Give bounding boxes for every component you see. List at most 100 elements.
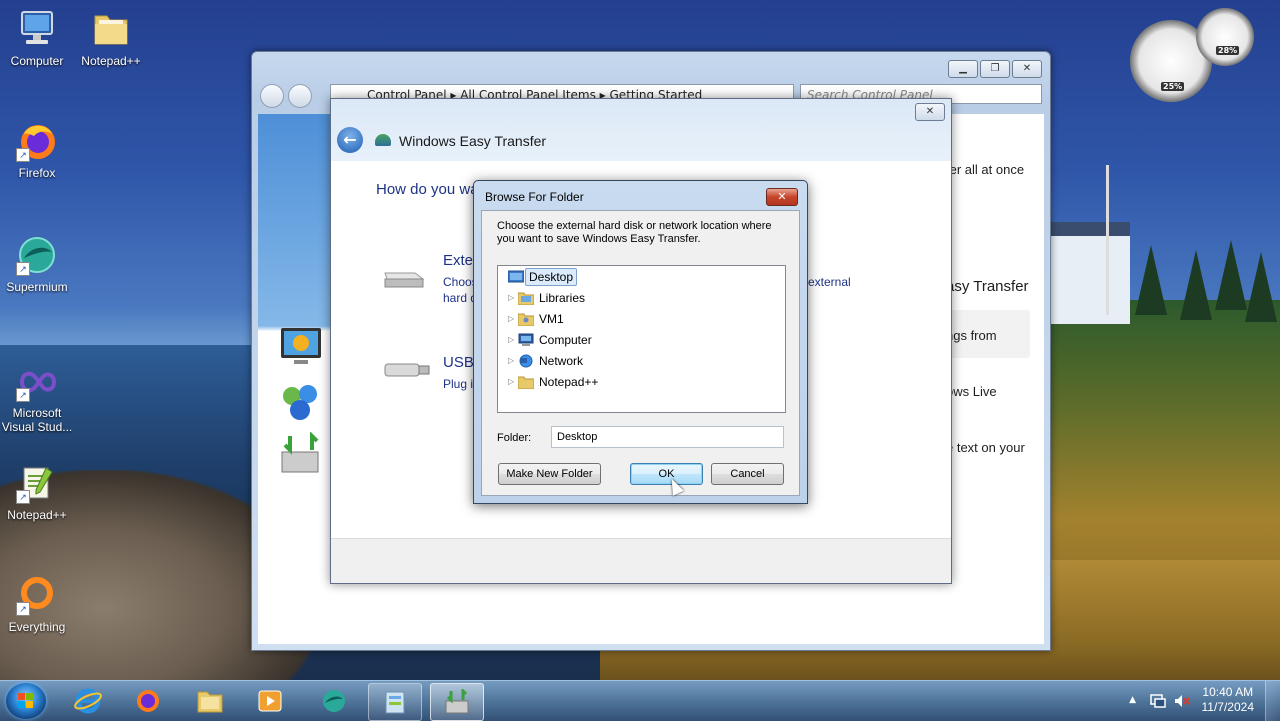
start-button[interactable] (6, 683, 46, 719)
system-clock[interactable]: 10:40 AM 11/7/2024 (1202, 685, 1255, 715)
computer-icon (518, 333, 534, 347)
taskbar-easy-transfer[interactable] (430, 683, 484, 721)
supermium-icon: ↗ (16, 234, 58, 276)
show-desktop-button[interactable] (1265, 681, 1280, 721)
firefox-icon (134, 688, 162, 714)
back-arrow-icon[interactable]: ← (337, 127, 363, 153)
windows-logo-icon (278, 324, 324, 370)
desktop-icon (507, 270, 525, 284)
desktop-icon-computer[interactable]: Computer (0, 8, 74, 68)
wallpaper-tree (1215, 240, 1247, 310)
memory-value: 28% (1216, 46, 1240, 55)
desktop-icon-label: Firefox (18, 166, 56, 180)
right-text-snippet: ter all at once (946, 162, 1025, 177)
taskbar-file-explorer[interactable] (184, 683, 236, 719)
shortcut-arrow-icon: ↗ (16, 262, 30, 276)
usb-drive-icon (381, 356, 433, 386)
transfer-footer (331, 538, 951, 583)
volume-muted-icon[interactable] (1174, 693, 1190, 709)
window-title: Windows Easy Transfer (399, 133, 547, 149)
taskbar-supermium[interactable] (308, 683, 360, 719)
maximize-button[interactable]: ❐ (980, 60, 1010, 78)
folder-icon (90, 8, 132, 50)
libraries-icon (517, 291, 535, 306)
taskbar-control-panel[interactable] (368, 683, 422, 721)
windows-live-icon (278, 382, 324, 424)
make-new-folder-button[interactable]: Make New Folder (498, 463, 601, 485)
shortcut-arrow-icon: ↗ (16, 388, 30, 402)
folder-field[interactable]: Desktop (551, 426, 784, 448)
desktop-icon-label: Supermium (6, 280, 68, 294)
desktop-icon-label: Microsoft Visual Stud... (1, 406, 73, 434)
everything-icon: ↗ (16, 574, 58, 616)
cancel-button[interactable]: Cancel (711, 463, 784, 485)
option-external-desc: hard d (443, 291, 478, 305)
cpu-meter-gadget[interactable]: 25% 28% (1130, 8, 1260, 103)
tree-item-label: Libraries (539, 291, 586, 305)
option-usb-desc: Plug i (443, 377, 474, 391)
expand-arrow-icon[interactable]: ▷ (508, 336, 516, 344)
desktop-icon-notepadpp-folder[interactable]: Notepad++ (74, 8, 148, 68)
dialog-body: Choose the external hard disk or network… (481, 210, 800, 496)
user-folder-icon (517, 312, 535, 327)
tree-item-label: Notepad++ (539, 375, 599, 389)
getting-started-banner (258, 114, 330, 644)
minimize-button[interactable]: ▁ (948, 60, 978, 78)
taskbar-firefox[interactable] (122, 683, 174, 719)
firefox-icon: ↗ (16, 120, 58, 162)
tree-item-label: Network (539, 354, 584, 368)
option-external-desc: external (808, 275, 851, 289)
desktop-icon-notepadpp[interactable]: ↗ Notepad++ (0, 462, 74, 522)
desktop-icon-supermium[interactable]: ↗ Supermium (0, 234, 74, 294)
folder-icon (196, 688, 224, 714)
tree-item-label: Desktop (525, 268, 578, 286)
folder-label: Folder: (497, 432, 532, 444)
desktop-icon-everything[interactable]: ↗ Everything (0, 574, 74, 634)
forward-arrow-icon[interactable] (288, 84, 312, 108)
network-icon (518, 354, 534, 368)
easy-transfer-icon (278, 431, 324, 478)
action-center-icon[interactable] (1150, 693, 1166, 709)
media-player-icon (256, 688, 284, 714)
browse-for-folder-dialog[interactable]: Browse For Folder ✕ Choose the external … (473, 180, 808, 504)
tree-item-label: VM1 (539, 312, 564, 326)
expand-arrow-icon[interactable]: ▷ (508, 315, 516, 323)
shortcut-arrow-icon: ↗ (16, 602, 30, 616)
close-button[interactable]: ✕ (915, 103, 945, 121)
easy-transfer-icon (443, 687, 471, 715)
computer-icon (16, 8, 58, 50)
back-arrow-icon[interactable] (260, 84, 284, 108)
desktop-icon-label: Notepad++ (7, 508, 67, 522)
right-text-snippet: ows Live (946, 384, 997, 399)
desktop-icon-visual-studio[interactable]: ↗ Microsoft Visual Stud... (0, 360, 74, 434)
internet-explorer-icon (74, 688, 102, 714)
option-usb-title[interactable]: USB (443, 354, 474, 371)
dialog-title: Browse For Folder (485, 190, 584, 204)
expand-arrow-icon[interactable]: ▷ (508, 294, 516, 302)
notepadpp-icon: ↗ (16, 462, 58, 504)
expand-arrow-icon[interactable]: ▷ (508, 378, 516, 386)
wallpaper-tree (1180, 250, 1212, 320)
window-controls: ▁ ❐ ✕ (948, 60, 1042, 78)
clock-date: 11/7/2024 (1201, 700, 1255, 714)
taskbar-internet-explorer[interactable] (62, 683, 114, 719)
shortcut-arrow-icon: ↗ (16, 490, 30, 504)
close-button[interactable]: ✕ (1012, 60, 1042, 78)
close-button[interactable]: ✕ (766, 188, 798, 206)
expand-arrow-icon[interactable]: ▷ (508, 357, 516, 365)
desktop-icon-firefox[interactable]: ↗ Firefox (0, 120, 74, 180)
dialog-description: Choose the external hard disk or network… (497, 220, 772, 245)
folder-icon (517, 375, 535, 390)
memory-gauge: 28% (1196, 8, 1254, 66)
show-hidden-icons-icon[interactable]: ▲ (1129, 695, 1136, 705)
control-panel-icon (381, 689, 409, 715)
folder-tree[interactable]: Desktop ▷ Libraries ▷ VM1 ▷ Computer ▷ N… (497, 265, 786, 413)
clock-time: 10:40 AM (1202, 685, 1254, 699)
wallpaper-tree (1135, 245, 1167, 315)
right-text-snippet: e text on your (946, 440, 1025, 455)
desktop-icon-label: Computer (10, 54, 64, 68)
right-text-snippet: ngs from (946, 328, 997, 343)
wallpaper-flagpole (1106, 165, 1109, 315)
taskbar-media-player[interactable] (244, 683, 296, 719)
shortcut-arrow-icon: ↗ (16, 148, 30, 162)
